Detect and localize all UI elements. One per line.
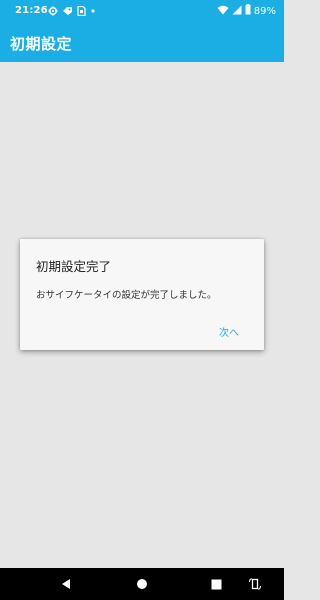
battery-percent: 89% — [253, 5, 276, 17]
status-bar: 21:26 89% — [0, 0, 284, 22]
status-icons-right: 89% — [217, 4, 276, 18]
completion-dialog: 初期設定完了 おサイフケータイの設定が完了しました。 次へ — [20, 239, 264, 350]
rotate-icon[interactable] — [240, 568, 270, 600]
home-icon[interactable] — [127, 568, 157, 600]
back-icon[interactable] — [51, 568, 81, 600]
next-button[interactable]: 次へ — [219, 324, 239, 339]
status-icons-left — [48, 4, 96, 18]
gear-icon — [48, 6, 58, 16]
battery-icon — [245, 4, 251, 18]
sim-card-icon — [77, 6, 86, 16]
status-time: 21:26 — [15, 5, 48, 16]
recents-icon[interactable] — [201, 568, 231, 600]
signal-icon — [232, 5, 242, 18]
app-bar: 初期設定 — [0, 22, 284, 62]
navigation-bar — [0, 568, 284, 600]
notification-icon — [62, 6, 73, 16]
page-title: 初期設定 — [10, 35, 73, 53]
wifi-icon — [217, 5, 229, 18]
dot-icon — [90, 6, 96, 16]
dialog-title: 初期設定完了 — [36, 259, 112, 274]
dialog-message: おサイフケータイの設定が完了しました。 — [36, 290, 217, 301]
